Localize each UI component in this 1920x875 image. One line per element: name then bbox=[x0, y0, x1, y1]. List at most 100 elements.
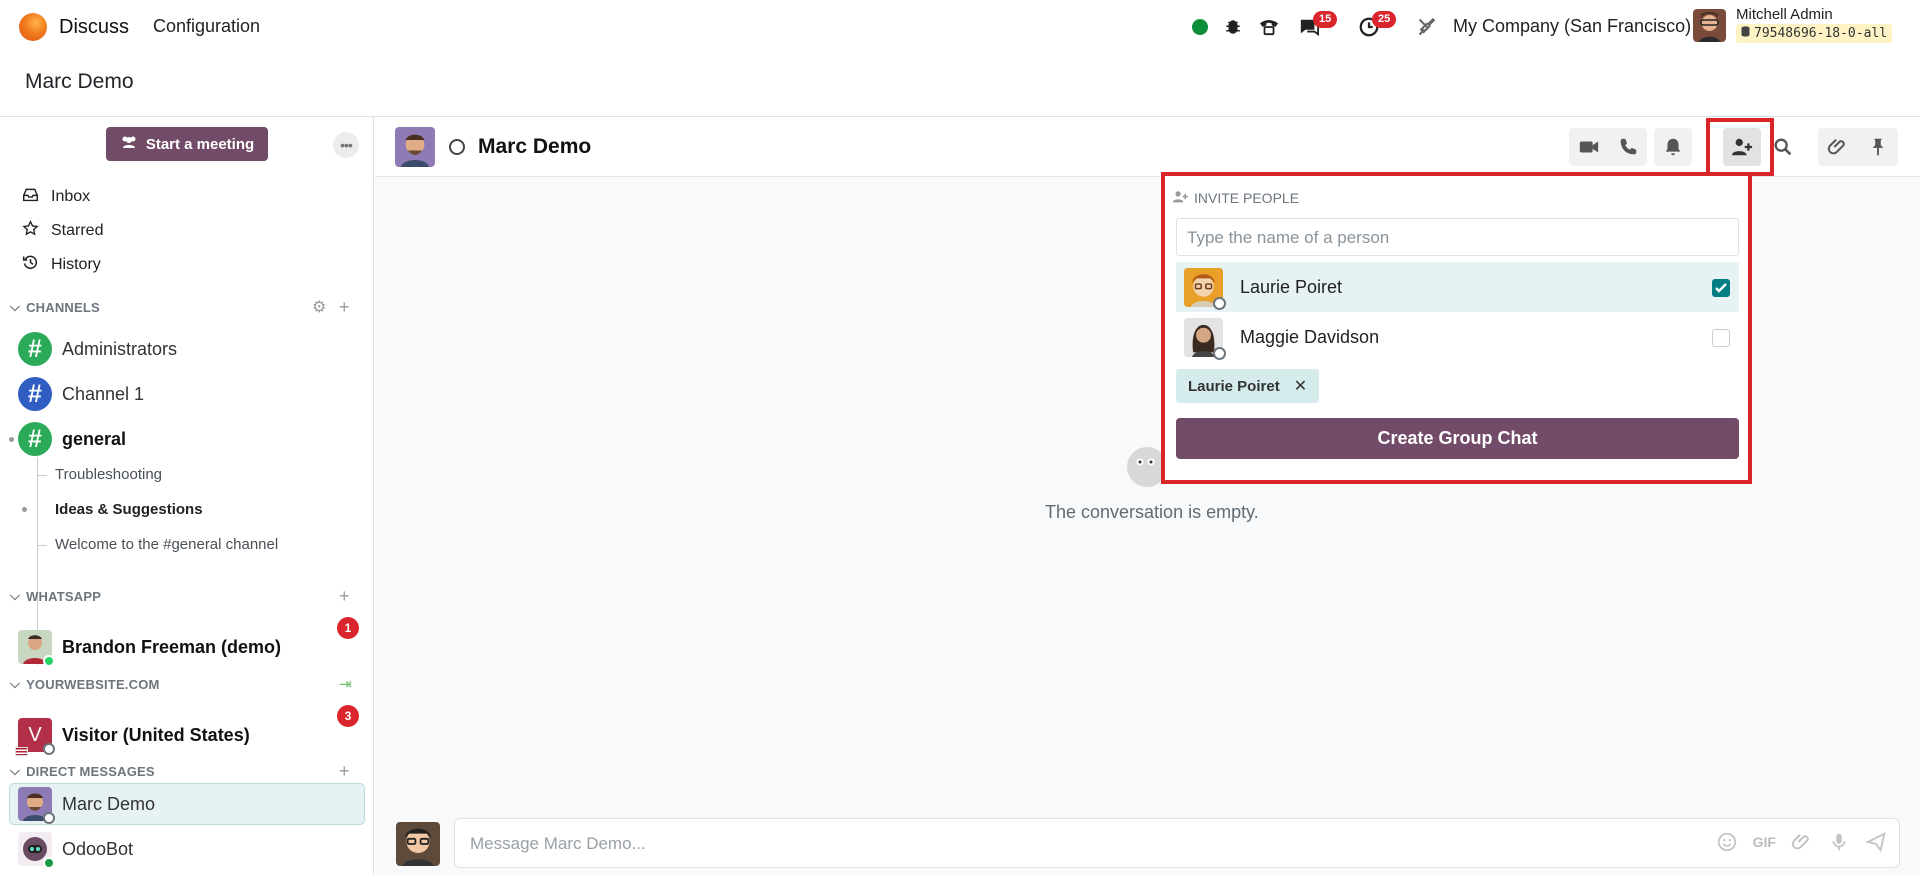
channel-label: Channel 1 bbox=[62, 383, 145, 404]
online-heart-icon bbox=[43, 857, 55, 869]
microphone-icon[interactable] bbox=[1828, 831, 1850, 856]
hash-icon: # bbox=[18, 422, 52, 456]
unread-dot bbox=[9, 437, 14, 442]
category-whatsapp[interactable]: ⌵ WHATSAPP bbox=[10, 586, 101, 606]
pin-icon[interactable] bbox=[1859, 128, 1897, 166]
message-composer[interactable]: Message Marc Demo... GIF bbox=[454, 818, 1900, 868]
tools-settings-icon[interactable] bbox=[1414, 0, 1440, 53]
avatar bbox=[18, 787, 55, 824]
thread-header: Marc Demo bbox=[375, 117, 1920, 177]
chat-label: Visitor (United States) bbox=[62, 724, 250, 745]
invite-people-popover: INVITE PEOPLE Type the name of a person … bbox=[1161, 172, 1752, 484]
sidebar-options-button[interactable]: ••• bbox=[333, 132, 359, 158]
notification-button[interactable] bbox=[1654, 128, 1692, 166]
channel-channel-1[interactable]: # Channel 1 bbox=[18, 375, 144, 413]
livechat-visitor[interactable]: V Visitor (United States) bbox=[15, 716, 250, 756]
activity-badge: 25 bbox=[1372, 11, 1397, 28]
inbox-icon bbox=[22, 186, 39, 208]
category-label: YOURWEBSITE.COM bbox=[26, 676, 160, 692]
presence-status-icon[interactable] bbox=[1190, 0, 1210, 53]
chat-label: Marc Demo bbox=[62, 793, 156, 814]
tree-branch bbox=[37, 545, 47, 546]
database-tag: 79548696-18-0-all bbox=[1736, 24, 1893, 43]
livechat-join-icon[interactable]: ⇥ bbox=[339, 674, 352, 694]
company-switcher[interactable]: My Company (San Francisco) bbox=[1453, 16, 1691, 37]
unread-dot bbox=[22, 507, 27, 512]
history-icon bbox=[22, 254, 39, 276]
invite-title-label: INVITE PEOPLE bbox=[1194, 190, 1300, 206]
category-channels[interactable]: ⌵ CHANNELS bbox=[10, 297, 100, 317]
sidebar-item-history[interactable]: History bbox=[22, 250, 101, 280]
add-channel-plus-icon[interactable]: + bbox=[339, 297, 350, 317]
phone-call-icon[interactable] bbox=[1609, 128, 1647, 166]
invite-person-row[interactable]: Maggie Davidson bbox=[1176, 312, 1739, 362]
user-name[interactable]: Mitchell Admin bbox=[1736, 6, 1833, 23]
tag-label: Laurie Poiret bbox=[1188, 377, 1280, 395]
sidebar-item-inbox[interactable]: Inbox bbox=[22, 182, 90, 212]
channel-settings-gear-icon[interactable]: ⚙ bbox=[312, 297, 326, 317]
sub-channel-welcome[interactable]: Welcome to the #general channel bbox=[55, 536, 278, 553]
chevron-down-icon: ⌵ bbox=[10, 588, 21, 603]
discuss-sidebar: Start a meeting ••• Inbox Starred Histor… bbox=[0, 117, 374, 875]
discuss-logo-icon[interactable] bbox=[19, 13, 47, 41]
create-group-chat-button[interactable]: Create Group Chat bbox=[1176, 418, 1739, 459]
status-icon bbox=[43, 743, 55, 755]
paperclip-icon[interactable] bbox=[1791, 831, 1813, 856]
thread-avatar[interactable] bbox=[395, 127, 435, 167]
avatar bbox=[1184, 318, 1226, 360]
highlight-box-add-users bbox=[1706, 118, 1774, 176]
sub-channel-ideas[interactable]: Ideas & Suggestions bbox=[55, 501, 203, 518]
person-name: Laurie Poiret bbox=[1240, 276, 1343, 297]
category-label: WHATSAPP bbox=[26, 588, 102, 604]
start-meeting-label: Start a meeting bbox=[145, 135, 255, 153]
tree-branch bbox=[37, 475, 47, 476]
empty-conversation-text: The conversation is empty. bbox=[1045, 502, 1259, 522]
top-navbar: Discuss Configuration 15 25 My Company (… bbox=[0, 0, 1920, 53]
emoji-icon[interactable] bbox=[1716, 831, 1738, 856]
app-name[interactable]: Discuss bbox=[59, 16, 129, 39]
status-icon bbox=[43, 812, 55, 824]
us-flag-icon bbox=[15, 747, 28, 756]
add-dm-plus-icon[interactable]: + bbox=[339, 761, 350, 781]
debug-bug-icon[interactable] bbox=[1222, 0, 1244, 53]
chat-label: Brandon Freeman (demo) bbox=[62, 636, 282, 657]
sidebar-item-starred[interactable]: Starred bbox=[22, 216, 103, 246]
sub-channel-troubleshooting[interactable]: Troubleshooting bbox=[55, 466, 162, 483]
sidebar-item-label: History bbox=[51, 256, 101, 273]
attachment-paperclip-icon[interactable] bbox=[1819, 128, 1857, 166]
channel-general[interactable]: # general bbox=[18, 420, 126, 458]
send-icon[interactable] bbox=[1865, 831, 1887, 856]
channel-label: Administrators bbox=[62, 338, 178, 359]
database-name: 79548696-18-0-all bbox=[1754, 26, 1888, 41]
person-checkbox[interactable] bbox=[1712, 329, 1730, 347]
gif-icon[interactable]: GIF bbox=[1753, 831, 1776, 856]
menu-configuration[interactable]: Configuration bbox=[153, 16, 260, 37]
person-checkbox[interactable] bbox=[1712, 279, 1730, 297]
composer-user-avatar bbox=[396, 822, 440, 866]
avatar bbox=[1184, 268, 1226, 310]
chevron-down-icon: ⌵ bbox=[10, 763, 21, 778]
add-whatsapp-plus-icon[interactable]: + bbox=[339, 586, 350, 606]
category-label: CHANNELS bbox=[26, 299, 100, 315]
dm-odoobot[interactable]: OdooBot bbox=[18, 830, 133, 869]
category-direct-messages[interactable]: ⌵ DIRECT MESSAGES bbox=[10, 761, 155, 781]
category-website[interactable]: ⌵ YOURWEBSITE.COM bbox=[10, 674, 160, 694]
whatsapp-chat-brandon[interactable]: Brandon Freeman (demo) bbox=[18, 628, 282, 667]
dm-marc-demo[interactable]: Marc Demo bbox=[18, 785, 156, 824]
invite-search-input[interactable]: Type the name of a person bbox=[1176, 218, 1739, 256]
start-meeting-button[interactable]: Start a meeting bbox=[106, 127, 268, 161]
remove-tag-close-icon[interactable]: ✕ bbox=[1294, 376, 1307, 396]
composer-input[interactable]: Message Marc Demo... bbox=[470, 834, 646, 854]
chevron-down-icon: ⌵ bbox=[10, 299, 21, 314]
thread-title[interactable]: Marc Demo bbox=[478, 135, 591, 159]
users-icon bbox=[120, 135, 138, 153]
video-call-icon[interactable] bbox=[1570, 128, 1608, 166]
sidebar-item-label: Starred bbox=[51, 222, 104, 239]
invite-title: INVITE PEOPLE bbox=[1172, 190, 1299, 206]
call-button-group bbox=[1569, 128, 1647, 166]
avatar: V bbox=[15, 718, 55, 756]
user-avatar[interactable] bbox=[1693, 9, 1726, 42]
invite-person-row[interactable]: Laurie Poiret bbox=[1176, 262, 1739, 312]
channel-administrators[interactable]: # Administrators bbox=[18, 330, 177, 368]
phone-icon[interactable] bbox=[1256, 0, 1282, 53]
